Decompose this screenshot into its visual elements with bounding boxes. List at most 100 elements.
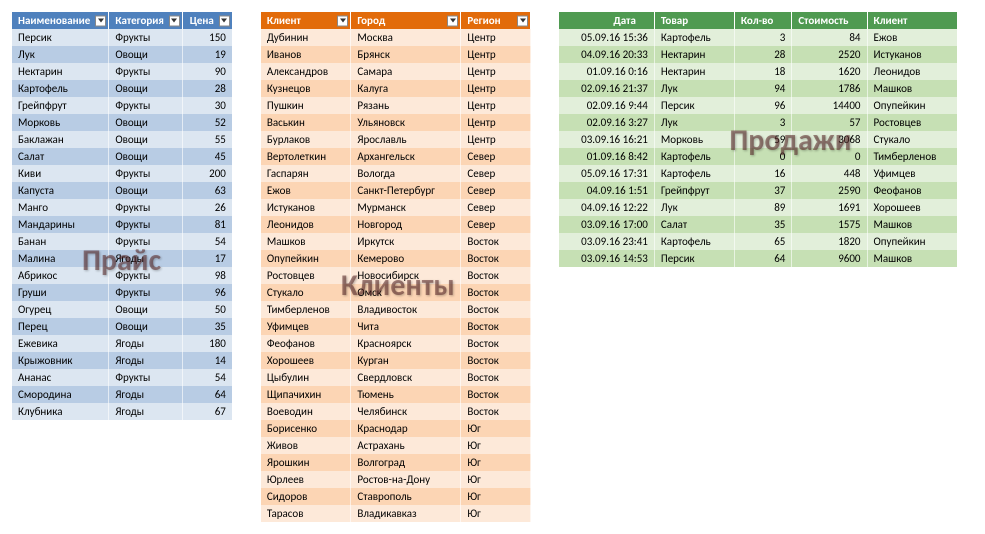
table-row[interactable]: УфимцевЧитаВосток [261, 318, 531, 335]
table-row[interactable]: АнанасФрукты54 [12, 369, 232, 386]
table-row[interactable]: АбрикосФрукты98 [12, 267, 232, 284]
table-row[interactable]: БананФрукты54 [12, 233, 232, 250]
table-row[interactable]: ТимберленовВладивостокВосток [261, 301, 531, 318]
table-row[interactable]: ВоеводинЧелябинскВосток [261, 403, 531, 420]
col-price[interactable]: Цена [182, 12, 232, 29]
table-row[interactable]: КрыжовникЯгоды14 [12, 352, 232, 369]
table-row[interactable]: ЩипачихинТюменьВосток [261, 386, 531, 403]
sales-table-wrap: Дата Товар Кол-во Стоимость Клиент 05.09… [559, 12, 957, 267]
table-row[interactable]: ВаськинУльяновскЦентр [261, 114, 531, 131]
table-row[interactable]: БорисенкоКраснодарЮг [261, 420, 531, 437]
table-row[interactable]: 03.09.16 23:41Картофель651820Опупейкин [559, 233, 957, 250]
table-row[interactable]: КартофельОвощи28 [12, 80, 232, 97]
table-cell: Овощи [109, 114, 183, 131]
filter-icon[interactable] [169, 15, 180, 26]
table-row[interactable]: РостовцевНовосибирскВосток [261, 267, 531, 284]
table-row[interactable]: 02.09.16 9:44Персик9614400Опупейкин [559, 97, 957, 114]
table-row[interactable]: СтукалоОмскВосток [261, 284, 531, 301]
col-sclient[interactable]: Клиент [867, 12, 957, 29]
table-row[interactable]: ЕжевикаЯгоды180 [12, 335, 232, 352]
table-row[interactable]: ГрушиФрукты96 [12, 284, 232, 301]
table-row[interactable]: ОпупейкинКемеровоВосток [261, 250, 531, 267]
clients-table: Клиент Город Регион ДубининМоскваЦентрИв… [261, 12, 532, 522]
table-row[interactable]: ОгурецОвощи50 [12, 301, 232, 318]
table-cell: Борисенко [261, 420, 351, 437]
table-row[interactable]: 05.09.16 15:36Картофель384Ежов [559, 29, 957, 46]
table-row[interactable]: 03.09.16 17:00Салат351575Машков [559, 216, 957, 233]
table-row[interactable]: ЮрлеевРостов-на-ДонуЮг [261, 471, 531, 488]
table-row[interactable]: ЖивовАстраханьЮг [261, 437, 531, 454]
table-cell: Фрукты [109, 267, 183, 284]
table-row[interactable]: НектаринФрукты90 [12, 63, 232, 80]
table-row[interactable]: МангоФрукты26 [12, 199, 232, 216]
table-row[interactable]: МандариныФрукты81 [12, 216, 232, 233]
table-cell: 26 [182, 199, 232, 216]
table-row[interactable]: 04.09.16 12:22Лук891691Хорошеев [559, 199, 957, 216]
table-cell: Фрукты [109, 369, 183, 386]
col-date[interactable]: Дата [559, 12, 654, 29]
table-cell: Хорошеев [261, 352, 351, 369]
table-row[interactable]: ГаспарянВологдаСевер [261, 165, 531, 182]
table-row[interactable]: 01.09.16 0:16Нектарин181620Леонидов [559, 63, 957, 80]
table-row[interactable]: 03.09.16 14:53Персик649600Машков [559, 250, 957, 267]
col-cost[interactable]: Стоимость [792, 12, 867, 29]
col-category[interactable]: Категория [109, 12, 183, 29]
table-row[interactable]: ГрейпфрутФрукты30 [12, 97, 232, 114]
table-row[interactable]: ЛеонидовНовгородСевер [261, 216, 531, 233]
table-row[interactable]: ЦыбулинСвердловскВосток [261, 369, 531, 386]
table-row[interactable]: КузнецовКалугаЦентр [261, 80, 531, 97]
col-region[interactable]: Регион [461, 12, 531, 29]
table-row[interactable]: ФеофановКрасноярскВосток [261, 335, 531, 352]
table-cell: Овощи [109, 318, 183, 335]
table-row[interactable]: ПушкинРязаньЦентр [261, 97, 531, 114]
table-row[interactable]: ВертолеткинАрхангельскСевер [261, 148, 531, 165]
table-row[interactable]: ХорошеевКурганВосток [261, 352, 531, 369]
table-row[interactable]: 02.09.16 3:27Лук357Ростовцев [559, 114, 957, 131]
col-qty[interactable]: Кол-во [734, 12, 791, 29]
filter-icon[interactable] [95, 15, 106, 26]
table-row[interactable]: МалинаЯгоды17 [12, 250, 232, 267]
table-cell: Картофель [12, 80, 109, 97]
table-row[interactable]: ИстукановМурманскСевер [261, 199, 531, 216]
table-row[interactable]: 03.09.16 16:21Морковь593068Стукало [559, 131, 957, 148]
table-row[interactable]: ЛукОвощи19 [12, 46, 232, 63]
table-row[interactable]: СалатОвощи45 [12, 148, 232, 165]
table-row[interactable]: ПерсикФрукты150 [12, 29, 232, 46]
table-row[interactable]: ЕжовСанкт-ПетербургСевер [261, 182, 531, 199]
table-row[interactable]: СидоровСтавропольЮг [261, 488, 531, 505]
table-row[interactable]: ТарасовВладикавказЮг [261, 505, 531, 522]
table-row[interactable]: БурлаковЯрославльЦентр [261, 131, 531, 148]
table-row[interactable]: ПерецОвощи35 [12, 318, 232, 335]
col-product[interactable]: Товар [654, 12, 734, 29]
table-row[interactable]: СмородинаЯгоды64 [12, 386, 232, 403]
filter-icon[interactable] [337, 15, 348, 26]
table-row[interactable]: КлубникаЯгоды67 [12, 403, 232, 420]
table-cell: 03.09.16 16:21 [559, 131, 654, 148]
table-cell: Машков [261, 233, 351, 250]
table-row[interactable]: БаклажанОвощи55 [12, 131, 232, 148]
table-row[interactable]: КапустаОвощи63 [12, 182, 232, 199]
table-row[interactable]: КивиФрукты200 [12, 165, 232, 182]
table-row[interactable]: МорковьОвощи52 [12, 114, 232, 131]
table-cell: Машков [867, 216, 957, 233]
table-row[interactable]: ИвановБрянскЦентр [261, 46, 531, 63]
table-cell: Овощи [109, 80, 183, 97]
table-row[interactable]: АлександровСамараЦентр [261, 63, 531, 80]
filter-icon[interactable] [517, 15, 528, 26]
col-name[interactable]: Наименование [12, 12, 109, 29]
table-row[interactable]: ДубининМоскваЦентр [261, 29, 531, 46]
table-row[interactable]: МашковИркутскВосток [261, 233, 531, 250]
table-row[interactable]: 04.09.16 1:51Грейпфрут372590Феофанов [559, 182, 957, 199]
table-row[interactable]: 05.09.16 17:31Картофель16448Уфимцев [559, 165, 957, 182]
filter-icon[interactable] [219, 15, 230, 26]
table-cell: Истуканов [261, 199, 351, 216]
table-cell: 59 [734, 131, 791, 148]
table-row[interactable]: 04.09.16 20:33Нектарин282520Истуканов [559, 46, 957, 63]
col-city[interactable]: Город [351, 12, 461, 29]
table-row[interactable]: 02.09.16 21:37Лук941786Машков [559, 80, 957, 97]
filter-icon[interactable] [447, 15, 458, 26]
table-row[interactable]: ЯрошкинВолгоградЮг [261, 454, 531, 471]
table-cell: Ягоды [109, 352, 183, 369]
col-client[interactable]: Клиент [261, 12, 351, 29]
table-row[interactable]: 01.09.16 8:42Картофель00Тимберленов [559, 148, 957, 165]
